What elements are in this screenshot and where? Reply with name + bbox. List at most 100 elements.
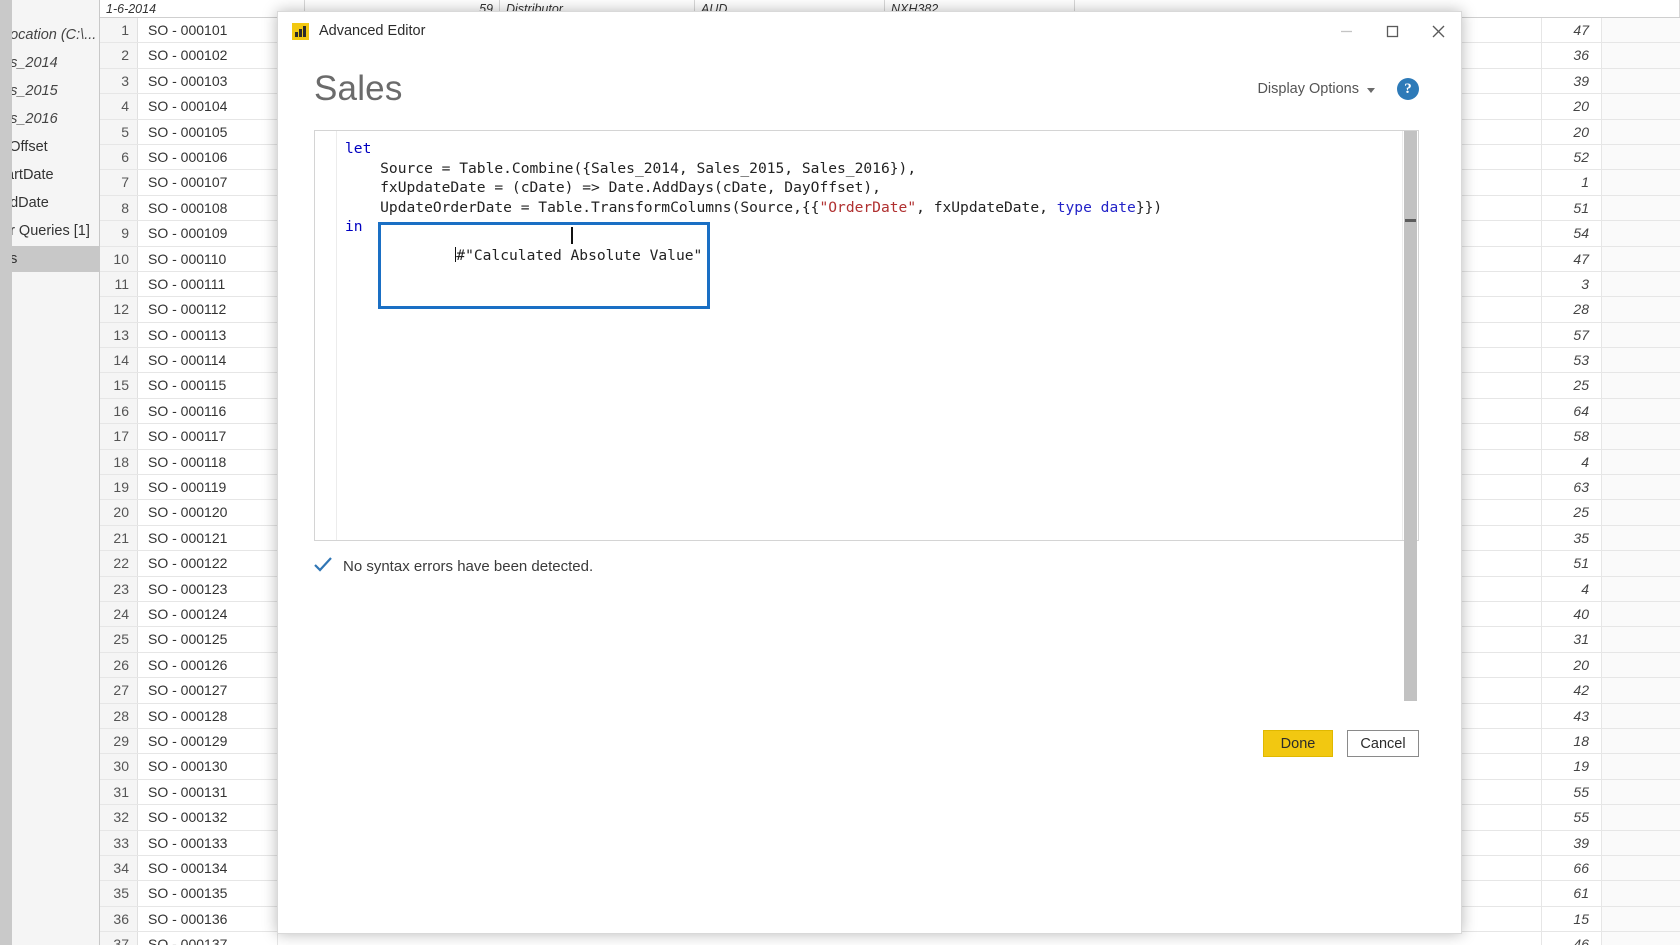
numeric-value-cell[interactable]: 18 [1542, 728, 1602, 754]
numeric-value-cell[interactable]: 46 [1542, 932, 1602, 945]
scrollbar-thumb[interactable] [1404, 131, 1417, 701]
order-number-cell[interactable]: SO - 000107 [138, 170, 278, 195]
query-item[interactable]: ndDate [0, 190, 99, 216]
dialog-titlebar[interactable]: Advanced Editor [278, 12, 1461, 50]
numeric-value-cell[interactable]: 4 [1542, 576, 1602, 601]
numeric-value-cell[interactable]: 42 [1542, 678, 1602, 703]
order-number-cell[interactable]: SO - 000123 [138, 576, 278, 601]
numeric-value-cell[interactable]: 52 [1542, 144, 1602, 170]
order-number-cell[interactable]: SO - 000125 [138, 627, 278, 652]
row-number-cell: 24 [100, 601, 138, 627]
order-number-cell[interactable]: SO - 000124 [138, 601, 278, 627]
numeric-value-cell[interactable]: 64 [1542, 398, 1602, 424]
order-number-cell[interactable]: SO - 000105 [138, 119, 278, 144]
order-number-cell[interactable]: SO - 000103 [138, 68, 278, 94]
order-number-cell[interactable]: SO - 000126 [138, 652, 278, 678]
query-item[interactable]: es [0, 246, 99, 272]
table-row[interactable]: 37 SO - 000137 46 [100, 932, 1680, 945]
order-number-cell[interactable]: SO - 000135 [138, 881, 278, 906]
numeric-value-cell[interactable]: 28 [1542, 297, 1602, 322]
numeric-value-cell[interactable]: 15 [1542, 906, 1602, 932]
order-number-cell[interactable]: SO - 000109 [138, 221, 278, 246]
done-button[interactable]: Done [1263, 730, 1333, 758]
numeric-value-cell[interactable]: 53 [1542, 348, 1602, 373]
display-options-dropdown[interactable]: Display Options [1257, 81, 1375, 97]
query-item[interactable]: yOffset [0, 134, 99, 160]
numeric-value-cell[interactable]: 47 [1542, 18, 1602, 43]
order-number-cell[interactable]: SO - 000131 [138, 779, 278, 805]
order-number-cell[interactable]: SO - 000110 [138, 246, 278, 271]
numeric-value-cell[interactable]: 25 [1542, 373, 1602, 398]
order-number-cell[interactable]: SO - 000114 [138, 348, 278, 373]
numeric-value-cell[interactable]: 4 [1542, 449, 1602, 475]
close-icon[interactable] [1415, 12, 1461, 50]
order-number-cell[interactable]: SO - 000119 [138, 475, 278, 500]
query-item[interactable]: Location (C:\... [0, 22, 99, 48]
selected-token-box[interactable]: #"Calculated Absolute Value" [378, 222, 711, 309]
order-number-cell[interactable]: SO - 000137 [138, 932, 278, 945]
numeric-value-cell[interactable]: 36 [1542, 43, 1602, 68]
help-icon[interactable]: ? [1397, 78, 1419, 100]
numeric-value-cell[interactable]: 20 [1542, 94, 1602, 119]
numeric-value-cell[interactable]: 43 [1542, 703, 1602, 728]
numeric-value-cell[interactable]: 63 [1542, 475, 1602, 500]
order-number-cell[interactable]: SO - 000120 [138, 500, 278, 525]
queries-list[interactable]: Location (C:\... es_2014 es_2015 es_2016 yOf… [0, 22, 99, 272]
code-editor[interactable]: let Source = Table.Combine({Sales_2014, … [314, 130, 1419, 701]
query-item[interactable]: es_2014 [0, 50, 99, 76]
order-number-cell[interactable]: SO - 000132 [138, 805, 278, 830]
code-vertical-scrollbar[interactable] [1402, 131, 1418, 701]
numeric-value-cell[interactable]: 61 [1542, 881, 1602, 906]
numeric-value-cell[interactable]: 3 [1542, 271, 1602, 297]
order-number-cell[interactable]: SO - 000117 [138, 424, 278, 449]
order-number-cell[interactable]: SO - 000102 [138, 43, 278, 68]
numeric-value-cell[interactable]: 39 [1542, 68, 1602, 94]
numeric-value-cell[interactable]: 39 [1542, 830, 1602, 855]
numeric-value-cell[interactable]: 19 [1542, 754, 1602, 779]
order-number-cell[interactable]: SO - 000122 [138, 551, 278, 576]
numeric-value-cell[interactable]: 1 [1542, 170, 1602, 195]
numeric-value-cell[interactable]: 40 [1542, 601, 1602, 627]
numeric-value-cell[interactable]: 20 [1542, 119, 1602, 144]
numeric-value-cell[interactable]: 54 [1542, 221, 1602, 246]
minimize-icon[interactable] [1323, 12, 1369, 50]
query-item[interactable]: es_2016 [0, 106, 99, 132]
query-item[interactable]: es_2015 [0, 78, 99, 104]
order-number-cell[interactable]: SO - 000128 [138, 703, 278, 728]
numeric-value-cell[interactable]: 31 [1542, 627, 1602, 652]
order-number-cell[interactable]: SO - 000127 [138, 678, 278, 703]
numeric-value-cell[interactable]: 20 [1542, 652, 1602, 678]
numeric-value-cell[interactable]: 51 [1542, 551, 1602, 576]
order-number-cell[interactable]: SO - 000106 [138, 144, 278, 170]
order-number-cell[interactable]: SO - 000113 [138, 322, 278, 348]
cancel-button[interactable]: Cancel [1347, 730, 1419, 758]
order-number-cell[interactable]: SO - 000115 [138, 373, 278, 398]
order-number-cell[interactable]: SO - 000133 [138, 830, 278, 855]
numeric-value-cell[interactable]: 51 [1542, 195, 1602, 221]
order-number-cell[interactable]: SO - 000136 [138, 906, 278, 932]
order-number-cell[interactable]: SO - 000121 [138, 525, 278, 551]
numeric-value-cell[interactable]: 25 [1542, 500, 1602, 525]
numeric-value-cell[interactable]: 35 [1542, 525, 1602, 551]
order-number-cell[interactable]: SO - 000112 [138, 297, 278, 322]
window-controls[interactable] [1323, 12, 1461, 50]
order-number-cell[interactable]: SO - 000134 [138, 855, 278, 881]
order-number-cell[interactable]: SO - 000101 [138, 18, 278, 43]
query-item[interactable]: tartDate [0, 162, 99, 188]
numeric-value-cell[interactable]: 47 [1542, 246, 1602, 271]
numeric-value-cell[interactable]: 66 [1542, 855, 1602, 881]
order-number-cell[interactable]: SO - 000108 [138, 195, 278, 221]
numeric-value-cell[interactable]: 58 [1542, 424, 1602, 449]
maximize-icon[interactable] [1369, 12, 1415, 50]
order-number-cell[interactable]: SO - 000116 [138, 398, 278, 424]
numeric-value-cell[interactable]: 55 [1542, 779, 1602, 805]
order-number-cell[interactable]: SO - 000130 [138, 754, 278, 779]
order-number-cell[interactable]: SO - 000104 [138, 94, 278, 119]
order-number-cell[interactable]: SO - 000129 [138, 728, 278, 754]
order-number-cell[interactable]: SO - 000118 [138, 449, 278, 475]
numeric-value-cell[interactable]: 57 [1542, 322, 1602, 348]
numeric-value-cell[interactable]: 55 [1542, 805, 1602, 830]
code-content[interactable]: let Source = Table.Combine({Sales_2014, … [337, 131, 1402, 540]
query-item[interactable]: er Queries [1] [0, 218, 99, 244]
order-number-cell[interactable]: SO - 000111 [138, 271, 278, 297]
